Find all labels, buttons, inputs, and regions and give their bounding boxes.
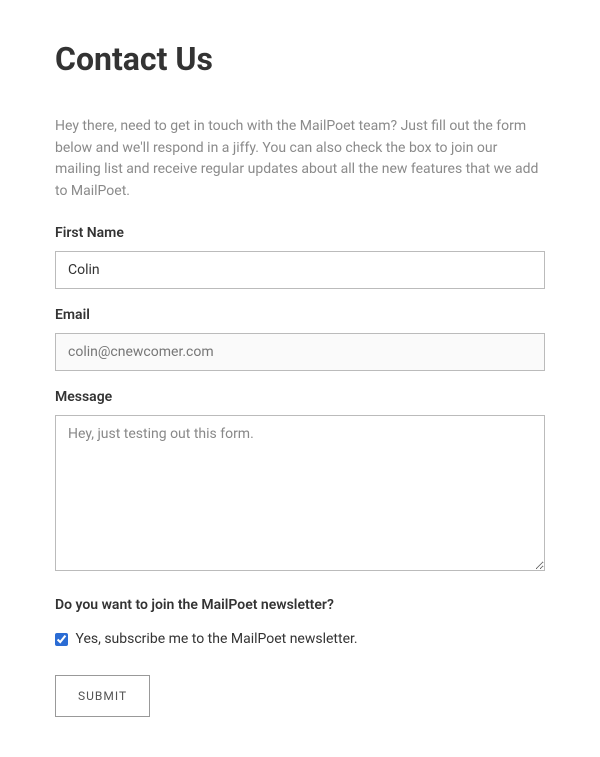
first-name-label: First Name <box>55 225 545 241</box>
newsletter-question: Do you want to join the MailPoet newslet… <box>55 597 545 613</box>
submit-button[interactable]: SUBMIT <box>55 675 150 717</box>
message-label: Message <box>55 389 545 405</box>
intro-text: Hey there, need to get in touch with the… <box>55 116 545 203</box>
message-textarea[interactable]: Hey, just testing out this form. <box>55 415 545 571</box>
newsletter-checkbox-label: Yes, subscribe me to the MailPoet newsle… <box>75 631 357 647</box>
email-label: Email <box>55 307 545 323</box>
newsletter-checkbox[interactable] <box>55 633 68 646</box>
first-name-input[interactable] <box>55 251 545 289</box>
email-input[interactable] <box>55 333 545 371</box>
page-title: Contact Us <box>55 40 545 78</box>
